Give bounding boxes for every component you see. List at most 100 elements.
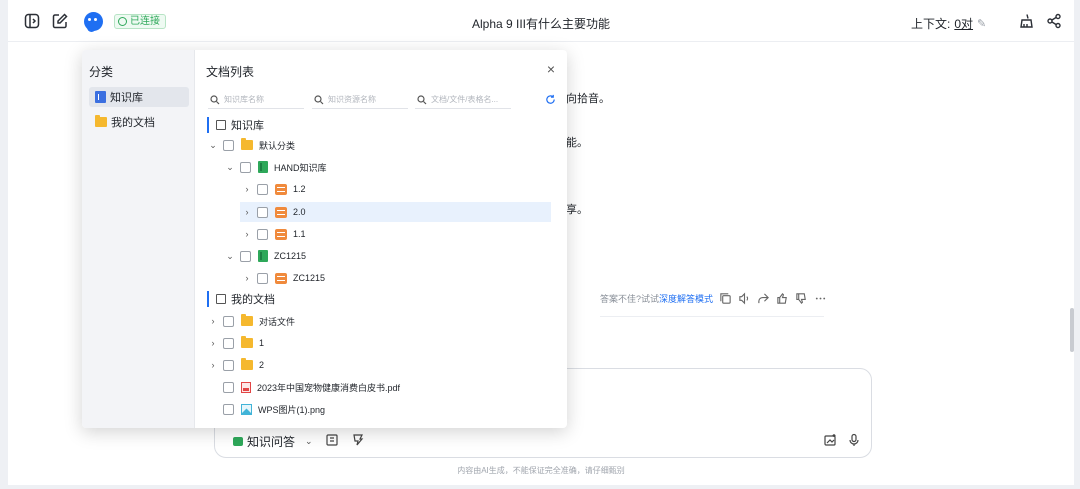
chevron-down-icon[interactable]: ⌄ (223, 251, 237, 262)
tree-label: ZC1215 (274, 251, 307, 261)
thumbs-up-icon[interactable] (776, 292, 789, 305)
checkbox[interactable] (223, 139, 234, 151)
checkbox[interactable] (257, 272, 268, 284)
mode-selector[interactable]: 知识问答 ⌄ (233, 433, 313, 450)
document-folder-icon (216, 294, 226, 304)
deep-answer-link[interactable]: 深度解答模式 (659, 294, 713, 304)
speaker-icon[interactable] (738, 292, 751, 305)
kb-search-field[interactable] (208, 91, 304, 109)
section-label: 知识库 (231, 120, 264, 132)
answer-text-line: 向拾音。 (566, 93, 610, 105)
checkbox[interactable] (257, 228, 268, 240)
checkbox[interactable] (257, 206, 268, 218)
kb-search-input[interactable] (224, 95, 304, 104)
checkbox[interactable] (223, 315, 234, 327)
context-label: 上下文: (911, 17, 951, 31)
page-scrollbar[interactable] (1070, 308, 1074, 352)
resource-search-input[interactable] (328, 95, 408, 104)
chevron-right-icon[interactable]: › (240, 184, 254, 194)
category-title: 分类 (89, 65, 114, 79)
checkbox[interactable] (223, 403, 234, 415)
tree-label: WPS图片(1).png (258, 404, 326, 415)
refresh-icon[interactable] (545, 94, 556, 105)
doc-search-field[interactable] (415, 91, 511, 109)
context-counter[interactable]: 上下文: 0对 ✎ (911, 15, 986, 32)
knowledge-icon (233, 437, 243, 446)
document-list-pane: 文档列表 × 知识库 ⌄ 默认分类 ⌄ (195, 50, 567, 428)
divider (600, 316, 824, 317)
copy-icon[interactable] (719, 292, 732, 305)
checkbox[interactable] (223, 337, 234, 349)
knowledge-base-icon (258, 250, 268, 262)
tree-label: 2.0 (293, 207, 306, 217)
chevron-down-icon: ⌄ (305, 436, 313, 446)
checkbox[interactable] (223, 381, 234, 393)
category-label: 我的文档 (111, 117, 155, 129)
book-icon (95, 91, 106, 103)
chevron-right-icon[interactable]: › (206, 360, 220, 370)
tree-row[interactable]: › ZC1215 (240, 268, 551, 288)
template-icon[interactable] (325, 433, 339, 447)
tree-row[interactable]: WPS图片(1).png (206, 399, 551, 419)
feedback-prompt: 答案不佳?试试深度解答模式 (600, 294, 714, 304)
section-my-docs: 我的文档 (207, 291, 275, 307)
layers-icon (275, 272, 287, 284)
tree-row[interactable]: › 1 (206, 333, 551, 353)
tree-row[interactable]: › 1.1 (240, 224, 551, 244)
layers-icon (275, 228, 287, 240)
tree-row[interactable]: ⌄ 默认分类 (206, 135, 551, 155)
chevron-down-icon[interactable]: ⌄ (223, 162, 237, 173)
thumbs-down-icon[interactable] (795, 292, 808, 305)
chevron-right-icon[interactable]: › (206, 338, 220, 348)
share-icon[interactable] (1046, 13, 1062, 29)
tree-row[interactable]: › 对话文件 (206, 311, 551, 331)
tree-row[interactable]: › 2 (206, 355, 551, 375)
resource-search-field[interactable] (312, 91, 408, 109)
tree-label: 1.2 (293, 184, 306, 194)
tree-row[interactable]: ⌄ HAND知识库 (223, 157, 551, 177)
tree-label: 1 (259, 338, 265, 348)
image-upload-icon[interactable] (823, 433, 837, 447)
category-label: 知识库 (110, 92, 143, 104)
image-file-icon (241, 403, 252, 415)
chevron-right-icon[interactable]: › (240, 273, 254, 283)
chevron-right-icon[interactable]: › (240, 207, 254, 217)
clean-icon[interactable] (1018, 13, 1034, 29)
document-picker-modal: 分类 知识库 我的文档 文档列表 × 知识库名称 知识资源名称 文档/文件/表格… (82, 50, 567, 428)
close-icon[interactable]: × (547, 62, 555, 76)
search-icon (210, 94, 220, 104)
category-item-knowledge-base[interactable]: 知识库 (89, 87, 189, 107)
section-knowledge-base: 知识库 (207, 117, 264, 133)
tree-label: 1.1 (293, 229, 306, 239)
search-icon (314, 94, 324, 104)
tree-label: ZC1215 (293, 273, 326, 283)
answer-action-bar: 答案不佳?试试深度解答模式 (600, 292, 827, 305)
library-icon (216, 120, 226, 130)
plugin-icon[interactable] (351, 433, 365, 447)
forward-icon[interactable] (757, 292, 770, 305)
tree-row-highlighted[interactable]: › 2.0 (240, 202, 551, 222)
checkbox[interactable] (240, 250, 251, 262)
folder-icon (241, 336, 253, 348)
more-icon[interactable] (814, 292, 827, 305)
checkbox[interactable] (240, 161, 251, 173)
answer-text-line: 享。 (566, 204, 588, 216)
tree-row[interactable]: 2023年中国宠物健康消费白皮书.pdf (206, 377, 551, 397)
chevron-right-icon[interactable]: › (240, 229, 254, 239)
chevron-right-icon[interactable]: › (206, 316, 220, 326)
ai-disclaimer: 内容由AI生成，不能保证完全准确，请仔细甄别 (457, 466, 625, 475)
layers-icon (275, 183, 287, 195)
checkbox[interactable] (223, 359, 234, 371)
layers-icon (275, 206, 287, 218)
document-list-title: 文档列表 (206, 65, 255, 79)
tree-row[interactable]: › 1.2 (240, 179, 551, 199)
tree-row[interactable]: ⌄ ZC1215 (223, 246, 551, 266)
chevron-down-icon[interactable]: ⌄ (206, 140, 220, 151)
category-item-my-docs[interactable]: 我的文档 (89, 112, 189, 132)
answer-text-line: 能。 (566, 137, 588, 149)
edit-icon[interactable]: ✎ (977, 17, 986, 30)
doc-search-input[interactable] (431, 95, 511, 104)
microphone-icon[interactable] (847, 433, 861, 447)
checkbox[interactable] (257, 183, 268, 195)
tree-label: 2023年中国宠物健康消费白皮书.pdf (257, 382, 401, 393)
